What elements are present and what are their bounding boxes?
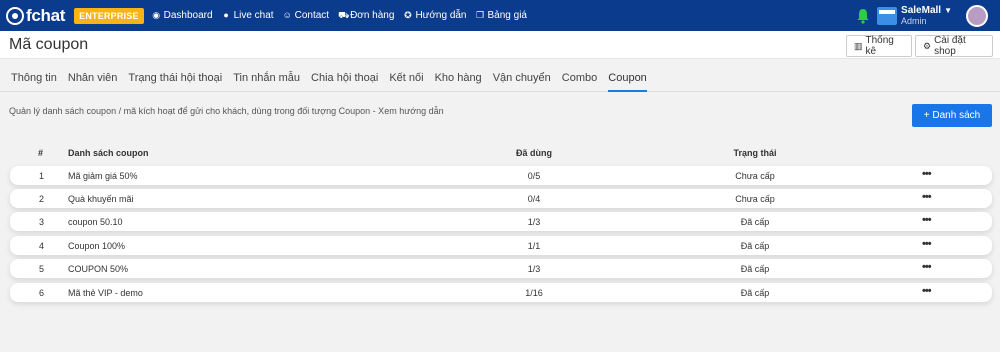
- nav-orders-label: Đơn hàng: [350, 10, 395, 21]
- nav-help[interactable]: ✪ Hướng dẫn: [403, 10, 466, 21]
- nav-dashboard-label: Dashboard: [163, 10, 213, 21]
- row-index: 3: [39, 217, 45, 227]
- bell-icon[interactable]: [855, 8, 871, 24]
- coupon-name: Quà khuyến mãi: [68, 194, 134, 204]
- enterprise-badge: ENTERPRISE: [74, 7, 144, 24]
- coupon-status: Đã cấp: [740, 264, 770, 274]
- tab-coupon[interactable]: Coupon: [608, 60, 647, 92]
- chevron-down-icon: ▼: [944, 5, 952, 15]
- user-role: Admin: [901, 15, 927, 26]
- nav-live-chat-label: Live chat: [233, 10, 274, 21]
- table-header: # Danh sách coupon Đã dùng Trạng thái: [10, 146, 992, 162]
- coupon-used: 1/3: [527, 264, 541, 274]
- table-row[interactable]: 6 Mã thẻ VIP - demo 1/16 Đã cấp •••: [10, 283, 992, 302]
- nav-dashboard[interactable]: ◉ Dashboard: [152, 10, 213, 21]
- coupon-status: Chưa cấp: [735, 194, 775, 204]
- shop-settings-button[interactable]: ⚙ Cài đặt shop: [915, 35, 993, 57]
- settings-tabs: Thông tin Nhân viên Trạng thái hội thoại…: [0, 60, 1000, 92]
- col-status: Trạng thái: [733, 148, 777, 158]
- coupon-status: Đã cấp: [740, 241, 770, 251]
- more-options-icon[interactable]: •••: [922, 168, 932, 180]
- pricing-icon: ❐: [475, 10, 485, 20]
- row-index: 2: [39, 194, 45, 204]
- nav-help-label: Hướng dẫn: [415, 10, 467, 21]
- user-menu[interactable]: SaleMall ▼ Admin: [901, 4, 952, 26]
- page-header: Mã coupon ▥ Thống kê ⚙ Cài đặt shop: [0, 31, 1000, 59]
- coupon-used: 0/4: [527, 194, 541, 204]
- coupon-status: Chưa cấp: [735, 171, 775, 181]
- coupon-name: Mã giảm giá 50%: [68, 171, 138, 181]
- top-navbar: fchat ENTERPRISE ◉ Dashboard ● Live chat…: [0, 0, 1000, 31]
- table-row[interactable]: 1 Mã giảm giá 50% 0/5 Chưa cấp •••: [10, 166, 992, 185]
- nav-pricing[interactable]: ❐ Bảng giá: [476, 10, 527, 21]
- more-options-icon[interactable]: •••: [922, 191, 932, 203]
- live-chat-icon: ●: [223, 10, 229, 20]
- coupon-name: Mã thẻ VIP - demo: [68, 288, 143, 298]
- table-row[interactable]: 2 Quà khuyến mãi 0/4 Chưa cấp •••: [10, 189, 992, 208]
- table-row[interactable]: 3 coupon 50.10 1/3 Đã cấp •••: [10, 212, 992, 231]
- store-icon: [877, 6, 898, 25]
- row-index: 5: [39, 264, 45, 274]
- more-options-icon[interactable]: •••: [922, 214, 932, 226]
- coupon-name: Coupon 100%: [68, 241, 126, 251]
- stats-button-label: Thống kê: [865, 35, 894, 57]
- tab-template-messages[interactable]: Tin nhắn mẫu: [233, 60, 300, 92]
- tab-info[interactable]: Thông tin: [11, 60, 57, 92]
- table-row[interactable]: 4 Coupon 100% 1/1 Đã cấp •••: [10, 236, 992, 255]
- more-options-icon[interactable]: •••: [922, 238, 932, 250]
- tab-staff[interactable]: Nhân viên: [68, 60, 118, 92]
- coupon-used: 0/5: [527, 171, 541, 181]
- nav-contact[interactable]: ☺ Contact: [283, 10, 329, 21]
- tab-shipping[interactable]: Vận chuyển: [493, 60, 551, 92]
- row-index: 4: [39, 241, 45, 251]
- coupon-used: 1/16: [525, 288, 543, 298]
- main-nav: ◉ Dashboard ● Live chat ☺ Contact ⛟ Đơn …: [152, 10, 536, 21]
- dashboard-icon: ◉: [152, 10, 161, 20]
- col-index: #: [38, 148, 44, 158]
- nav-orders[interactable]: ⛟ Đơn hàng: [338, 10, 394, 21]
- coupon-status: Đã cấp: [740, 217, 770, 227]
- coupon-used: 1/1: [527, 241, 541, 251]
- gear-icon: ⚙: [923, 40, 932, 51]
- more-options-icon[interactable]: •••: [922, 261, 932, 273]
- brand-name: fchat: [26, 5, 66, 25]
- page-title: Mã coupon: [9, 36, 89, 53]
- tab-combo[interactable]: Combo: [562, 60, 597, 92]
- row-index: 6: [39, 288, 45, 298]
- col-used: Đã dùng: [516, 148, 552, 158]
- user-name: SaleMall ▼: [901, 4, 952, 16]
- bar-chart-icon: ▥: [854, 40, 863, 51]
- tab-connections[interactable]: Kết nối: [389, 60, 423, 92]
- shop-settings-label: Cài đặt shop: [934, 35, 966, 57]
- table-row[interactable]: 5 COUPON 50% 1/3 Đã cấp •••: [10, 259, 992, 278]
- coupon-name: COUPON 50%: [68, 264, 129, 274]
- coupon-name: coupon 50.10: [68, 217, 123, 227]
- nav-pricing-label: Bảng giá: [487, 10, 527, 21]
- tab-conversation-status[interactable]: Trạng thái hội thoại: [128, 60, 222, 92]
- avatar[interactable]: [966, 4, 988, 27]
- row-index: 1: [39, 171, 45, 181]
- coupon-status: Đã cấp: [740, 288, 770, 298]
- brand-logo[interactable]: fchat: [6, 0, 65, 31]
- more-options-icon[interactable]: •••: [922, 285, 932, 297]
- tab-conversation-split[interactable]: Chia hội thoại: [311, 60, 378, 92]
- stats-button[interactable]: ▥ Thống kê: [846, 35, 912, 57]
- page-description: Quản lý danh sách coupon / mã kích hoạt …: [9, 106, 444, 116]
- add-list-button[interactable]: + Danh sách: [912, 104, 992, 127]
- coupon-used: 1/3: [527, 217, 541, 227]
- nav-contact-label: Contact: [294, 10, 330, 21]
- contact-icon: ☺: [282, 10, 292, 20]
- cart-icon: ⛟: [338, 10, 350, 20]
- tab-warehouse[interactable]: Kho hàng: [435, 60, 482, 92]
- fchat-logo-icon: [6, 6, 24, 25]
- nav-live-chat[interactable]: ● Live chat: [222, 10, 274, 21]
- help-icon: ✪: [404, 10, 412, 20]
- col-coupon-list: Danh sách coupon: [68, 148, 149, 158]
- top-right-area: SaleMall ▼ Admin: [855, 0, 1000, 31]
